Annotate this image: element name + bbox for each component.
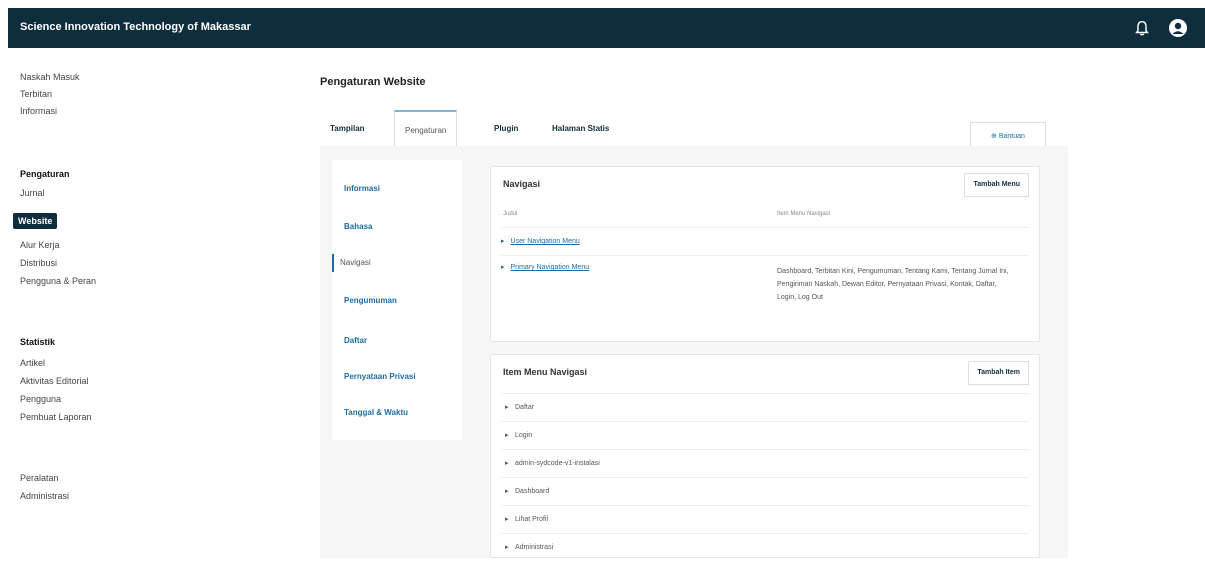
- list-item[interactable]: Lihat Profil: [501, 505, 1029, 534]
- sidebar-section-statistik[interactable]: Statistik: [20, 337, 55, 347]
- add-item-button[interactable]: Tambah Item: [968, 361, 1029, 385]
- sidebar-item-pengguna[interactable]: Pengguna: [20, 394, 61, 404]
- bell-icon[interactable]: [1133, 19, 1151, 37]
- sidebar-item-pembuat-laporan[interactable]: Pembuat Laporan: [20, 412, 92, 422]
- sidebar-item-aktivitas-editorial[interactable]: Aktivitas Editorial: [20, 376, 89, 386]
- list-item[interactable]: Administrasi: [501, 533, 1029, 562]
- tab-pengaturan[interactable]: Pengaturan: [394, 110, 458, 146]
- list-item[interactable]: Daftar: [501, 393, 1029, 422]
- menu-link-primary-navigation[interactable]: Primary Navigation Menu: [501, 263, 590, 271]
- primary-menu-items-text: Dashboard, Terbitan Kini, Pengumuman, Te…: [777, 268, 1009, 301]
- navigation-items-card: Item Menu Navigasi Tambah Item Daftar Lo…: [490, 354, 1040, 562]
- list-item[interactable]: Dashboard: [501, 477, 1029, 506]
- tab-halaman-statis[interactable]: Halaman Statis: [552, 110, 609, 146]
- sidebar-item-distribusi[interactable]: Distribusi: [20, 258, 57, 268]
- subnav-daftar[interactable]: Daftar: [344, 336, 367, 345]
- divider: [501, 227, 1029, 228]
- tab-tampilan[interactable]: Tampilan: [330, 110, 365, 146]
- column-header-items: Item Menu Navigasi: [777, 211, 831, 217]
- tab-plugin[interactable]: Plugin: [494, 110, 518, 146]
- navigation-menus-card: Navigasi Tambah Menu Judul Item Menu Nav…: [490, 166, 1040, 342]
- navigation-card-title: Navigasi: [503, 179, 541, 189]
- sub-navigation: Informasi Bahasa Navigasi Pengumuman Daf…: [332, 160, 462, 440]
- add-menu-button[interactable]: Tambah Menu: [964, 173, 1029, 197]
- column-header-title: Judul: [503, 211, 518, 217]
- help-button[interactable]: ⊕ Bantuan: [970, 122, 1046, 148]
- sidebar-item-website[interactable]: Website: [13, 213, 58, 229]
- sidebar-item-artikel[interactable]: Artikel: [20, 358, 45, 368]
- sidebar-item-informasi[interactable]: Informasi: [20, 106, 57, 116]
- divider: [501, 255, 1029, 256]
- user-account-icon[interactable]: [1168, 18, 1188, 38]
- sidebar-item-administrasi[interactable]: Administrasi: [20, 491, 69, 501]
- sidebar-item-naskah-masuk[interactable]: Naskah Masuk: [20, 72, 80, 82]
- sidebar: Naskah Masuk Terbitan Informasi Pengatur…: [8, 48, 198, 558]
- menu-link-user-navigation[interactable]: User Navigation Menu: [501, 237, 580, 245]
- subnav-navigasi[interactable]: Navigasi: [332, 254, 371, 272]
- subnav-pengumuman[interactable]: Pengumuman: [344, 296, 397, 305]
- list-item[interactable]: Login: [501, 421, 1029, 450]
- list-item[interactable]: admin-sydcode-v1-instalasi: [501, 449, 1029, 478]
- top-bar: Science Innovation Technology of Makassa…: [8, 8, 1205, 48]
- subnav-bahasa[interactable]: Bahasa: [344, 222, 372, 231]
- sidebar-item-pengguna-peran[interactable]: Pengguna & Peran: [20, 276, 96, 286]
- settings-panel: Informasi Bahasa Navigasi Pengumuman Daf…: [320, 146, 1068, 562]
- sidebar-item-alur-kerja[interactable]: Alur Kerja: [20, 240, 60, 250]
- items-card-title: Item Menu Navigasi: [503, 367, 588, 377]
- page-title: Pengaturan Website: [320, 76, 426, 88]
- subnav-tanggal-waktu[interactable]: Tanggal & Waktu: [344, 408, 408, 417]
- sidebar-item-terbitan[interactable]: Terbitan: [20, 89, 52, 99]
- sidebar-item-peralatan[interactable]: Peralatan: [20, 473, 59, 483]
- subnav-pernyataan-privasi[interactable]: Pernyataan Privasi: [344, 372, 416, 381]
- site-title[interactable]: Science Innovation Technology of Makassa…: [20, 21, 251, 33]
- subnav-informasi[interactable]: Informasi: [344, 184, 380, 193]
- sidebar-section-pengaturan[interactable]: Pengaturan: [20, 169, 70, 179]
- sidebar-item-jurnal[interactable]: Jurnal: [20, 188, 45, 198]
